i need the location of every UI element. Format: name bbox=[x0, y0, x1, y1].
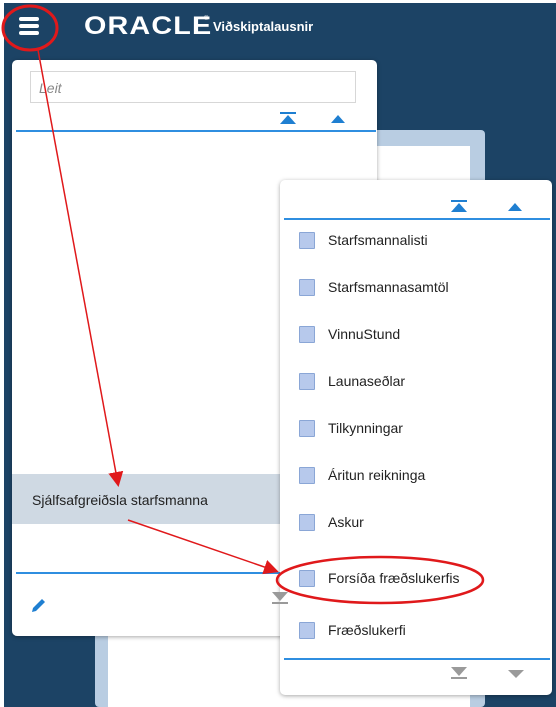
document-icon bbox=[299, 514, 315, 531]
submenu-item[interactable]: Starfsmannalisti bbox=[280, 218, 552, 264]
hamburger-icon[interactable] bbox=[16, 13, 42, 39]
submenu-item[interactable]: VinnuStund bbox=[280, 312, 552, 358]
submenu-item[interactable]: Starfsmannasamtöl bbox=[280, 265, 552, 311]
divider bbox=[284, 658, 550, 660]
scroll-down-icon[interactable] bbox=[508, 670, 524, 678]
document-icon bbox=[299, 232, 315, 249]
submenu-item[interactable]: Launaseðlar bbox=[280, 359, 552, 405]
app-title: Viðskiptalausnir bbox=[213, 19, 314, 34]
document-icon bbox=[299, 622, 315, 639]
oracle-logo: ORACLE bbox=[84, 12, 213, 40]
document-icon bbox=[299, 420, 315, 437]
menu-item-label: Sjálfsafgreiðsla starfsmanna bbox=[32, 492, 208, 508]
logo-trademark: ® bbox=[204, 16, 209, 22]
scroll-to-top-icon[interactable] bbox=[280, 112, 296, 124]
submenu-item[interactable]: Askur bbox=[280, 500, 552, 546]
submenu-item-label: Áritun reikninga bbox=[328, 467, 426, 483]
document-icon bbox=[299, 467, 315, 484]
document-icon bbox=[299, 570, 315, 587]
divider bbox=[16, 130, 376, 132]
scroll-to-top-icon[interactable] bbox=[451, 200, 467, 212]
submenu-item[interactable]: Áritun reikninga bbox=[280, 453, 552, 499]
submenu-item-label: Starfsmannasamtöl bbox=[328, 279, 449, 295]
submenu-item[interactable]: Fræðslukerfi bbox=[280, 608, 552, 654]
submenu-item-highlighted[interactable]: Forsíða fræðslukerfis bbox=[280, 556, 552, 602]
submenu-item-label: Askur bbox=[328, 514, 364, 530]
scroll-to-bottom-icon[interactable] bbox=[451, 667, 467, 679]
scroll-up-icon[interactable] bbox=[331, 115, 345, 123]
submenu-item[interactable]: Tilkynningar bbox=[280, 406, 552, 452]
submenu-item-label: Starfsmannalisti bbox=[328, 232, 428, 248]
submenu-item-label: Fræðslukerfi bbox=[328, 622, 406, 638]
pencil-icon[interactable] bbox=[30, 596, 48, 614]
document-icon bbox=[299, 326, 315, 343]
submenu-item-label: Tilkynningar bbox=[328, 420, 403, 436]
submenu-item-label: Launaseðlar bbox=[328, 373, 406, 389]
search-input[interactable]: Leit bbox=[30, 71, 356, 103]
screenshot-stage: ORACLE ® Viðskiptalausnir Leit Sjálfsafg… bbox=[0, 0, 556, 707]
document-icon bbox=[299, 279, 315, 296]
scroll-up-icon[interactable] bbox=[508, 203, 522, 211]
document-icon bbox=[299, 373, 315, 390]
submenu-item-label: VinnuStund bbox=[328, 326, 401, 342]
scroll-to-bottom-icon[interactable] bbox=[272, 592, 288, 604]
submenu-item-label: Forsíða fræðslukerfis bbox=[328, 570, 460, 586]
